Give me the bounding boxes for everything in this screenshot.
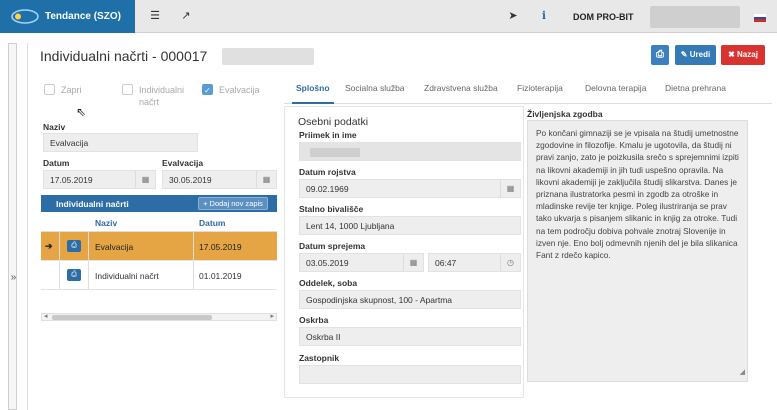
column-naziv[interactable]: Naziv (95, 218, 117, 228)
department-field[interactable]: Gospodinjska skupnost, 100 - Apartma (299, 290, 521, 309)
divider (27, 43, 28, 410)
print-icon[interactable]: ⎙ (67, 240, 81, 252)
grid-scrollbar[interactable]: ◂ ▸ (41, 313, 277, 321)
column-datum[interactable]: Datum (199, 218, 225, 228)
life-story-label: Življenjska zgodba (527, 109, 603, 119)
current-row-arrow-icon: ➔ (45, 241, 53, 251)
calendar-icon[interactable]: ▦ (135, 171, 155, 188)
back-button[interactable]: ✖ Nazaj (721, 45, 765, 65)
print-button[interactable]: ⎙ (651, 45, 669, 65)
checkbox-box[interactable] (122, 84, 133, 95)
double-chevron-right-icon: » (10, 272, 17, 283)
dob-label: Datum rojstva (299, 167, 356, 177)
naziv-label: Naziv (43, 122, 66, 132)
redacted-name (222, 48, 314, 65)
admission-time-field[interactable]: 06:47 ◷ (428, 253, 521, 272)
evalvacija-field[interactable]: 30.05.2019 ▦ (162, 170, 277, 189)
calendar-icon[interactable]: ▦ (403, 254, 423, 271)
mouse-cursor-icon: ⇖ (76, 105, 87, 119)
page-title: Individualni načrti - 000017 (40, 48, 208, 64)
logo-icon (11, 9, 39, 24)
evalvacija-label: Evalvacija (162, 158, 204, 168)
tab-fizioterapija[interactable]: Fizioterapija (517, 83, 563, 93)
external-link-icon[interactable]: ↗ (179, 9, 193, 23)
grid-header: Individualni načrti + Dodaj nov zapis (41, 195, 277, 212)
calendar-icon[interactable]: ▦ (256, 171, 276, 188)
resize-handle-icon[interactable]: ◢ (740, 367, 745, 379)
menu-icon[interactable]: ☰ (148, 9, 162, 23)
info-icon[interactable]: ℹ (537, 9, 551, 23)
clock-icon[interactable]: ◷ (500, 254, 520, 271)
scroll-right-icon[interactable]: ▸ (270, 312, 274, 320)
print-icon[interactable]: ⎙ (67, 269, 81, 281)
plans-grid: Individualni načrti + Dodaj nov zapis Na… (41, 195, 277, 290)
care-label: Oskrba (299, 315, 329, 325)
address-label: Stalno bivališče (299, 204, 364, 214)
name-label: Priimek in ime (299, 130, 357, 140)
tab-socialna-sluzba[interactable]: Socialna služba (345, 83, 405, 93)
table-row[interactable]: ➔ ⎙ Evalvacija 17.05.2019 (41, 232, 277, 261)
admission-date-field[interactable]: 03.05.2019 ▦ (299, 253, 424, 272)
representative-label: Zastopnik (299, 353, 340, 363)
life-story-textarea[interactable]: Po končani gimnaziji se je vpisala na št… (527, 120, 748, 382)
personal-data-heading: Osebni podatki (298, 116, 369, 128)
edit-button[interactable]: ✎ Uredi (675, 45, 716, 65)
calendar-icon[interactable]: ▦ (500, 180, 520, 197)
department-label: Oddelek, soba (299, 278, 358, 288)
language-flag-icon[interactable] (754, 14, 766, 22)
naziv-field[interactable]: Evalvacija (43, 133, 198, 152)
tab-dietna-prehrana[interactable]: Dietna prehrana (665, 83, 726, 93)
dob-field[interactable]: 09.02.1969 ▦ (299, 179, 521, 198)
tab-splosno[interactable]: Splošno (292, 83, 334, 104)
tab-zdravstvena-sluzba[interactable]: Zdravstvena služba (424, 83, 498, 93)
name-field[interactable] (299, 142, 521, 161)
tab-delovna-terapija[interactable]: Delovna terapija (585, 83, 646, 93)
grid-columns: Naziv Datum (41, 212, 277, 232)
scroll-thumb[interactable] (52, 315, 212, 320)
sidebar-toggle[interactable]: » (8, 43, 17, 410)
table-row[interactable]: ⎙ Individualni načrt 01.01.2019 (41, 261, 277, 290)
organization-name[interactable]: DOM PRO-BIT (573, 12, 634, 22)
redacted-value (310, 148, 360, 157)
address-field[interactable]: Lent 14, 1000 Ljubljana (299, 216, 521, 235)
checkbox-box[interactable] (44, 84, 55, 95)
admission-label: Datum sprejema (299, 241, 366, 251)
datum-label: Datum (43, 158, 70, 168)
scroll-left-icon[interactable]: ◂ (44, 312, 48, 320)
add-record-button[interactable]: + Dodaj nov zapis (198, 197, 268, 210)
checkmark-icon[interactable]: ✓ (202, 84, 213, 95)
send-icon[interactable]: ➤ (506, 9, 520, 23)
representative-field[interactable] (299, 365, 521, 384)
user-menu[interactable] (650, 6, 740, 28)
brand[interactable]: Tendance (SZO) (0, 0, 135, 33)
top-bar: Tendance (SZO) ☰ ↗ ➤ ℹ DOM PRO-BIT (0, 0, 777, 33)
datum-field[interactable]: 17.05.2019 ▦ (43, 170, 156, 189)
care-field[interactable]: Oskrba II (299, 327, 521, 346)
tab-bar: Splošno Socialna služba Zdravstvena služ… (284, 80, 772, 104)
app-name: Tendance (SZO) (45, 11, 121, 22)
